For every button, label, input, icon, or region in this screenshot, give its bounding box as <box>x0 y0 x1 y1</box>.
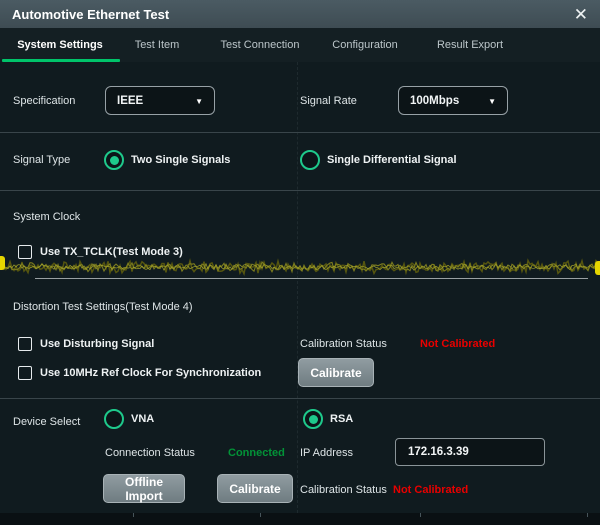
radio-vna-label[interactable]: VNA <box>131 412 154 426</box>
section-divider <box>0 190 600 191</box>
radio-rsa[interactable] <box>303 409 323 429</box>
dialog-title: Automotive Ethernet Test <box>12 7 169 22</box>
device-calibration-status-label: Calibration Status <box>300 483 387 497</box>
ip-address-input[interactable] <box>395 438 545 466</box>
axis-tick <box>260 513 261 517</box>
tab-test-connection[interactable]: Test Connection <box>221 28 300 62</box>
graticule-line <box>297 62 298 513</box>
axis-tick <box>133 513 134 517</box>
waveform-baseline <box>35 278 588 279</box>
chevron-down-icon <box>195 95 203 107</box>
radio-rsa-label[interactable]: RSA <box>330 412 353 426</box>
distortion-calibration-status-label: Calibration Status <box>300 337 387 351</box>
signal-rate-label: Signal Rate <box>300 94 357 108</box>
section-divider <box>0 398 600 399</box>
close-icon[interactable]: ✕ <box>574 6 588 23</box>
specification-label: Specification <box>13 94 75 108</box>
offline-import-button[interactable]: Offline Import <box>103 474 185 503</box>
device-calibrate-button[interactable]: Calibrate <box>217 474 293 503</box>
distortion-calibrate-button[interactable]: Calibrate <box>298 358 374 387</box>
chevron-down-icon <box>488 95 496 107</box>
signal-rate-dropdown[interactable]: 100Mbps <box>398 86 508 115</box>
ip-address-label: IP Address <box>300 446 353 460</box>
use-disturbing-signal-label[interactable]: Use Disturbing Signal <box>40 337 154 351</box>
use-10mhz-ref-clock-label[interactable]: Use 10MHz Ref Clock For Synchronization <box>40 366 261 380</box>
active-tab-indicator <box>2 59 120 62</box>
axis-tick <box>420 513 421 517</box>
connection-status-value: Connected <box>228 446 285 460</box>
channel-marker-left-icon <box>0 256 5 270</box>
device-select-label: Device Select <box>13 415 80 429</box>
specification-value: IEEE <box>117 95 143 107</box>
signal-type-label: Signal Type <box>13 153 70 167</box>
oscilloscope-waveform <box>0 254 600 280</box>
title-bar: Automotive Ethernet Test ✕ <box>0 0 600 28</box>
radio-two-single-signals[interactable] <box>104 150 124 170</box>
radio-single-differential-signal-label[interactable]: Single Differential Signal <box>327 153 457 167</box>
tab-bar: System Settings Test Item Test Connectio… <box>0 28 600 62</box>
use-disturbing-signal-checkbox[interactable] <box>18 337 32 351</box>
section-divider <box>0 132 600 133</box>
tab-configuration[interactable]: Configuration <box>332 28 397 62</box>
axis-tick <box>587 513 588 517</box>
channel-marker-right-icon <box>595 261 600 275</box>
radio-vna[interactable] <box>104 409 124 429</box>
tab-result-export[interactable]: Result Export <box>437 28 503 62</box>
system-clock-title: System Clock <box>13 210 80 224</box>
radio-single-differential-signal[interactable] <box>300 150 320 170</box>
use-10mhz-ref-clock-checkbox[interactable] <box>18 366 32 380</box>
radio-two-single-signals-label[interactable]: Two Single Signals <box>131 153 230 167</box>
scope-screen-edge <box>0 513 600 525</box>
distortion-calibration-status-value: Not Calibrated <box>420 337 495 351</box>
specification-dropdown[interactable]: IEEE <box>105 86 215 115</box>
device-calibration-status-value: Not Calibrated <box>393 483 468 497</box>
connection-status-label: Connection Status <box>105 446 195 460</box>
tab-test-item[interactable]: Test Item <box>135 28 180 62</box>
automotive-ethernet-test-dialog: Automotive Ethernet Test ✕ System Settin… <box>0 0 600 525</box>
signal-rate-value: 100Mbps <box>410 95 459 107</box>
tab-system-settings[interactable]: System Settings <box>17 28 103 62</box>
distortion-title: Distortion Test Settings(Test Mode 4) <box>13 300 193 314</box>
